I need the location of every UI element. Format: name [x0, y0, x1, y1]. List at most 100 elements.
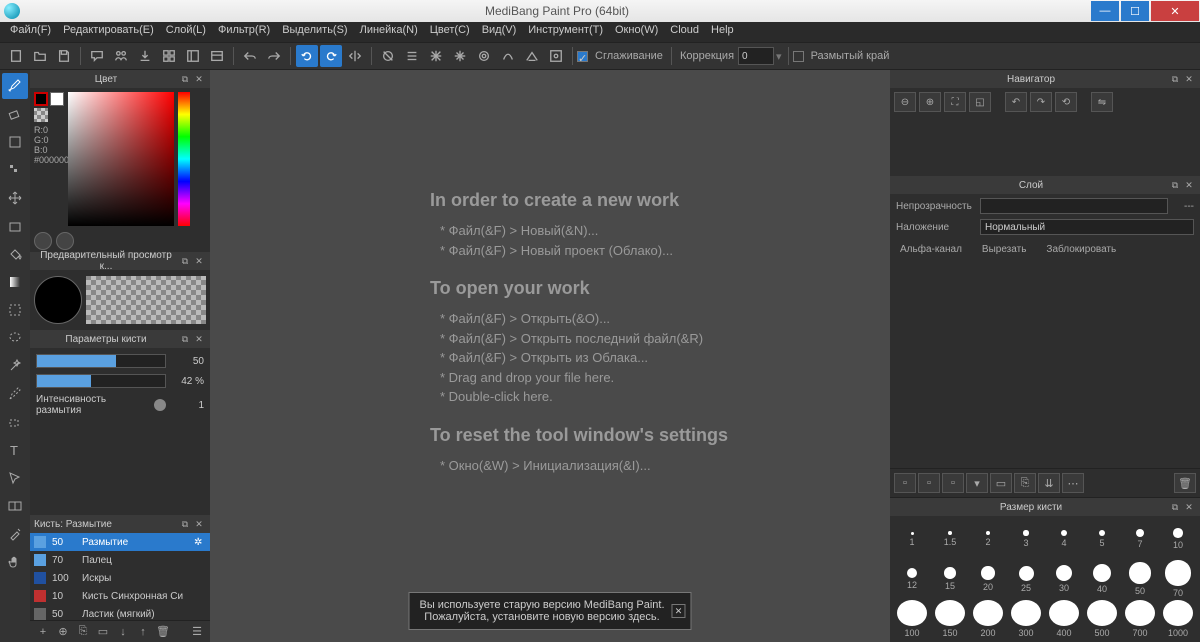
hue-slider[interactable] — [178, 92, 190, 226]
brush-row[interactable]: 70Палец — [30, 551, 210, 569]
foreground-swatch[interactable] — [34, 92, 48, 106]
menu-file[interactable]: Файл(F) — [4, 22, 57, 42]
fit-icon[interactable]: ⛶ — [944, 92, 966, 112]
brush-size-cell[interactable]: 100 — [894, 600, 930, 638]
navigator-view[interactable] — [890, 116, 1200, 176]
brush-size-cell[interactable]: 400 — [1046, 600, 1082, 638]
brush-row[interactable]: 10Кисть Синхронная Си — [30, 587, 210, 605]
delete-layer-icon[interactable]: 🗑 — [1174, 473, 1196, 493]
menu-cloud[interactable]: Cloud — [664, 22, 705, 42]
open-icon[interactable] — [29, 45, 51, 67]
download-brush-icon[interactable]: ↓ — [114, 623, 132, 641]
brush-size-cell[interactable]: 50 — [1122, 560, 1158, 598]
popout-icon[interactable]: ⧉ — [178, 254, 192, 268]
new-layer2-icon[interactable]: ▫ — [918, 473, 940, 493]
background-swatch[interactable] — [50, 92, 64, 106]
menu-layer[interactable]: Слой(L) — [160, 22, 212, 42]
rotate-cw-icon[interactable]: ↷ — [1030, 92, 1052, 112]
snap-off-icon[interactable] — [377, 45, 399, 67]
close-panel-icon[interactable]: ✕ — [1182, 178, 1196, 192]
close-panel-icon[interactable]: ✕ — [192, 332, 206, 346]
duplicate-brush-icon[interactable]: ⎘ — [74, 623, 92, 641]
canvas-area[interactable]: In order to create a new work * Файл(&F)… — [210, 70, 890, 642]
wand-tool[interactable] — [2, 353, 28, 379]
intensity-knob[interactable] — [154, 399, 166, 411]
actual-size-icon[interactable]: ◱ — [969, 92, 991, 112]
operation-tool[interactable] — [2, 465, 28, 491]
opacity-slider[interactable] — [980, 198, 1168, 214]
size-slider[interactable] — [36, 354, 166, 368]
select-rect-tool[interactable] — [2, 297, 28, 323]
snap-cross-icon[interactable] — [425, 45, 447, 67]
brush-size-cell[interactable]: 2 — [970, 520, 1006, 558]
brush-size-cell[interactable]: 15 — [932, 560, 968, 598]
rotate-left-icon[interactable] — [296, 45, 318, 67]
snap-circle-icon[interactable] — [473, 45, 495, 67]
maximize-button[interactable]: ☐ — [1121, 1, 1149, 21]
minimize-button[interactable]: — — [1091, 1, 1119, 21]
brush-size-cell[interactable]: 70 — [1160, 560, 1196, 598]
zoom-in-icon[interactable]: ⊕ — [919, 92, 941, 112]
correction-spinner[interactable]: 0 — [738, 47, 774, 65]
flip-h-icon[interactable] — [344, 45, 366, 67]
close-panel-icon[interactable]: ✕ — [192, 72, 206, 86]
brush-size-cell[interactable]: 5 — [1084, 520, 1120, 558]
brush-size-cell[interactable]: 3 — [1008, 520, 1044, 558]
brush-size-cell[interactable]: 20 — [970, 560, 1006, 598]
brush-size-cell[interactable]: 1.5 — [932, 520, 968, 558]
menu-view[interactable]: Вид(V) — [476, 22, 523, 42]
close-notification-icon[interactable]: ✕ — [672, 604, 686, 618]
brush-size-cell[interactable]: 1000 — [1160, 600, 1196, 638]
panels-icon[interactable] — [182, 45, 204, 67]
undo-icon[interactable] — [239, 45, 261, 67]
menu-edit[interactable]: Редактировать(E) — [57, 22, 160, 42]
transparent-swatch[interactable] — [34, 108, 48, 122]
antialias-checkbox[interactable]: ✓ — [577, 51, 588, 62]
new-layer-menu-icon[interactable]: ▾ — [966, 473, 988, 493]
upload-brush-icon[interactable]: ↑ — [134, 623, 152, 641]
rotate-ccw-icon[interactable]: ↶ — [1005, 92, 1027, 112]
snap-curve-icon[interactable] — [497, 45, 519, 67]
brush-size-cell[interactable]: 700 — [1122, 600, 1158, 638]
save-icon[interactable] — [53, 45, 75, 67]
brush-size-cell[interactable]: 30 — [1046, 560, 1082, 598]
update-notification[interactable]: Вы используете старую версию MediBang Pa… — [408, 592, 691, 630]
opacity-slider[interactable] — [36, 374, 166, 388]
snap-parallel-icon[interactable] — [401, 45, 423, 67]
brush-size-cell[interactable]: 150 — [932, 600, 968, 638]
gradient-tool[interactable] — [2, 269, 28, 295]
move-tool[interactable] — [2, 185, 28, 211]
brush-size-cell[interactable]: 10 — [1160, 520, 1196, 558]
brush-row[interactable]: 50Размытие✲ — [30, 533, 210, 551]
dup-layer-icon[interactable]: ⎘ — [1014, 473, 1036, 493]
menu-help[interactable]: Help — [705, 22, 740, 42]
color-picker[interactable] — [68, 92, 174, 226]
brush-tool[interactable] — [2, 73, 28, 99]
dot-tool[interactable] — [2, 157, 28, 183]
popout-icon[interactable]: ⧉ — [178, 517, 192, 531]
brush-row[interactable]: 100Искры — [30, 569, 210, 587]
popout-icon[interactable]: ⧉ — [178, 72, 192, 86]
brush-size-cell[interactable]: 200 — [970, 600, 1006, 638]
select-erase-tool[interactable] — [2, 409, 28, 435]
eraser-tool[interactable] — [2, 101, 28, 127]
new-layer-icon[interactable]: ▫ — [894, 473, 916, 493]
brush-size-cell[interactable]: 1 — [894, 520, 930, 558]
eyedropper-tool[interactable] — [2, 521, 28, 547]
chat-icon[interactable] — [86, 45, 108, 67]
brush-size-cell[interactable]: 4 — [1046, 520, 1082, 558]
brush-size-cell[interactable]: 12 — [894, 560, 930, 598]
popout-icon[interactable]: ⧉ — [178, 332, 192, 346]
more-icon[interactable] — [206, 45, 228, 67]
menu-select[interactable]: Выделить(S) — [276, 22, 353, 42]
snap-vanish-icon[interactable] — [521, 45, 543, 67]
bucket-tool[interactable] — [2, 241, 28, 267]
redo-icon[interactable] — [263, 45, 285, 67]
shape-tool[interactable] — [2, 129, 28, 155]
layer-list[interactable] — [890, 263, 1200, 468]
close-panel-icon[interactable]: ✕ — [1182, 500, 1196, 514]
rotate-right-icon[interactable] — [320, 45, 342, 67]
brush-size-cell[interactable]: 25 — [1008, 560, 1044, 598]
text-tool[interactable]: T — [2, 437, 28, 463]
folder-icon[interactable]: ▭ — [94, 623, 112, 641]
